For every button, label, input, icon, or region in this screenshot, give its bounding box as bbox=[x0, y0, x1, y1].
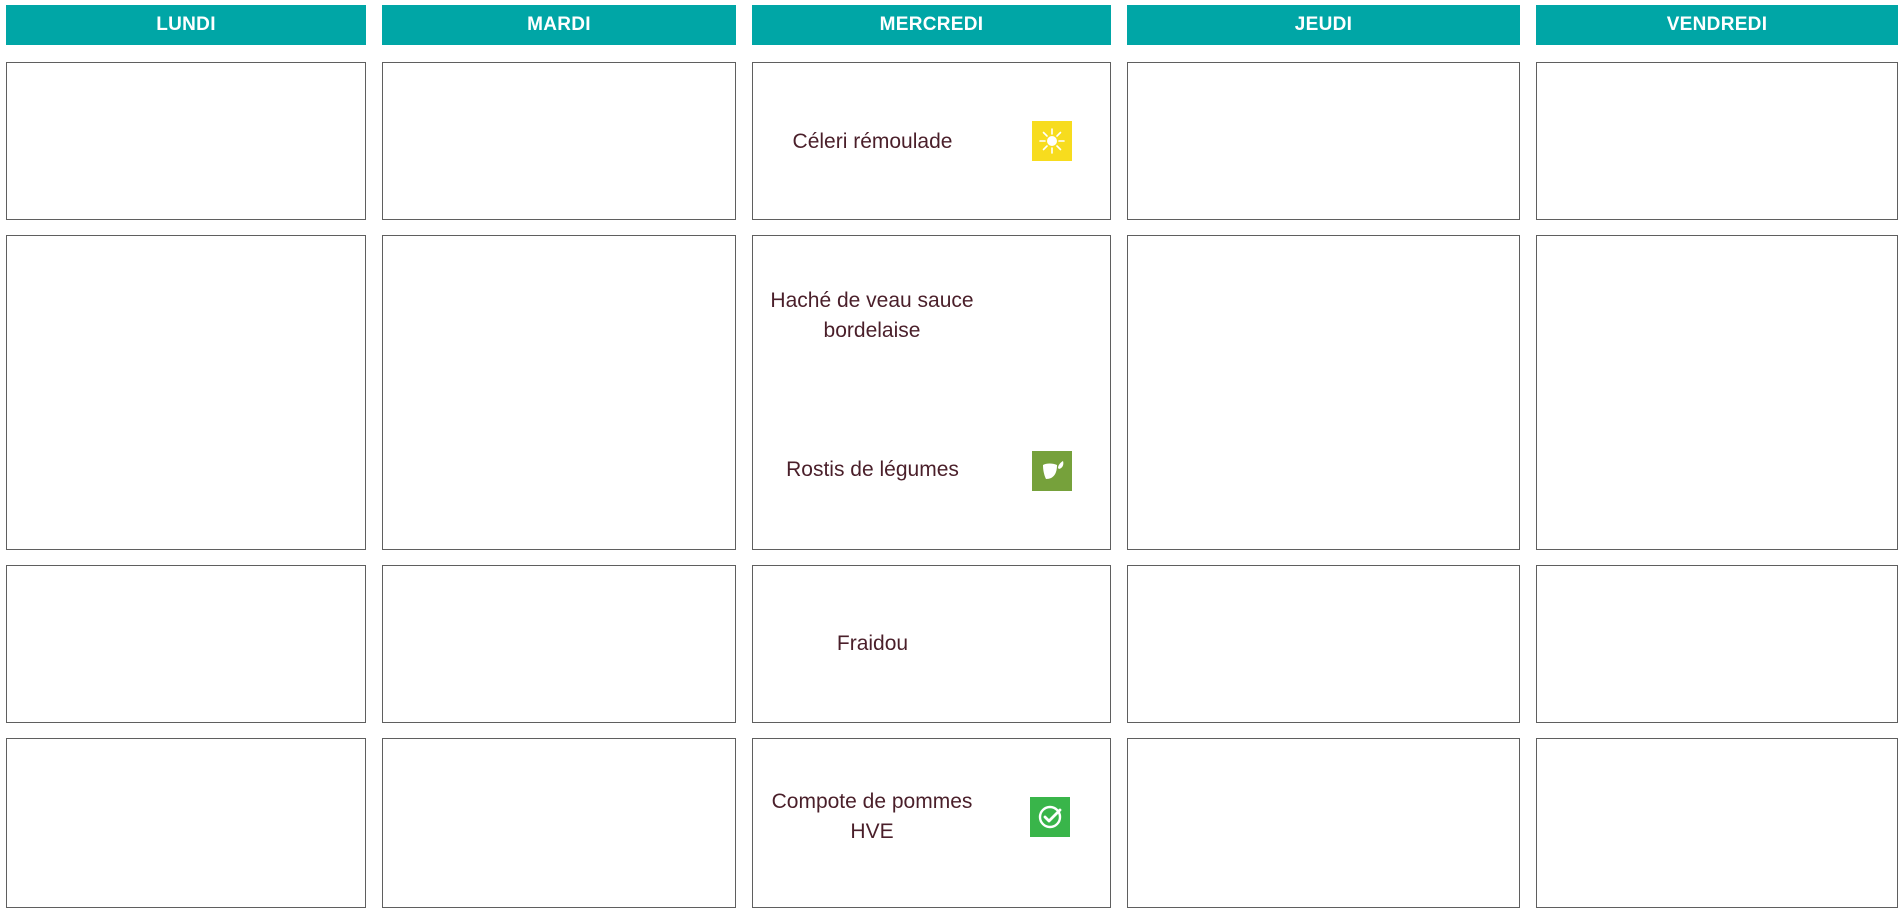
lundi-starter-cell bbox=[6, 62, 366, 220]
day-header-mardi: MARDI bbox=[382, 5, 736, 45]
lundi-cheese-cell bbox=[6, 565, 366, 723]
sun-icon bbox=[1032, 121, 1072, 161]
jeudi-main-cell bbox=[1127, 235, 1520, 550]
mercredi-main-cell bbox=[752, 235, 1111, 550]
vendredi-starter-cell bbox=[1536, 62, 1898, 220]
vendredi-main-cell bbox=[1536, 235, 1898, 550]
lundi-main-cell bbox=[6, 235, 366, 550]
mardi-starter-cell bbox=[382, 62, 736, 220]
lundi-dessert-cell bbox=[6, 738, 366, 908]
jeudi-cheese-cell bbox=[1127, 565, 1520, 723]
day-header-lundi: LUNDI bbox=[6, 5, 366, 45]
vendredi-cheese-cell bbox=[1536, 565, 1898, 723]
leaf-icon bbox=[1032, 451, 1072, 491]
mardi-main-cell bbox=[382, 235, 736, 550]
main-dish-name: Haché de veau sauce bordelaise bbox=[770, 289, 974, 342]
jeudi-dessert-cell bbox=[1127, 738, 1520, 908]
mardi-cheese-cell bbox=[382, 565, 736, 723]
starter-name: Céleri rémoulade bbox=[792, 130, 953, 153]
vendredi-dessert-cell bbox=[1536, 738, 1898, 908]
cheese-name: Fraidou bbox=[836, 632, 909, 655]
day-header-vendredi: VENDREDI bbox=[1536, 5, 1898, 45]
side-dish-name: Rostis de légumes bbox=[786, 458, 959, 481]
day-header-mercredi: MERCREDI bbox=[752, 5, 1111, 45]
mardi-dessert-cell bbox=[382, 738, 736, 908]
check-circle-icon bbox=[1030, 797, 1070, 837]
dessert-name: Compote de pommes HVE bbox=[771, 790, 973, 843]
jeudi-starter-cell bbox=[1127, 62, 1520, 220]
day-header-jeudi: JEUDI bbox=[1127, 5, 1520, 45]
